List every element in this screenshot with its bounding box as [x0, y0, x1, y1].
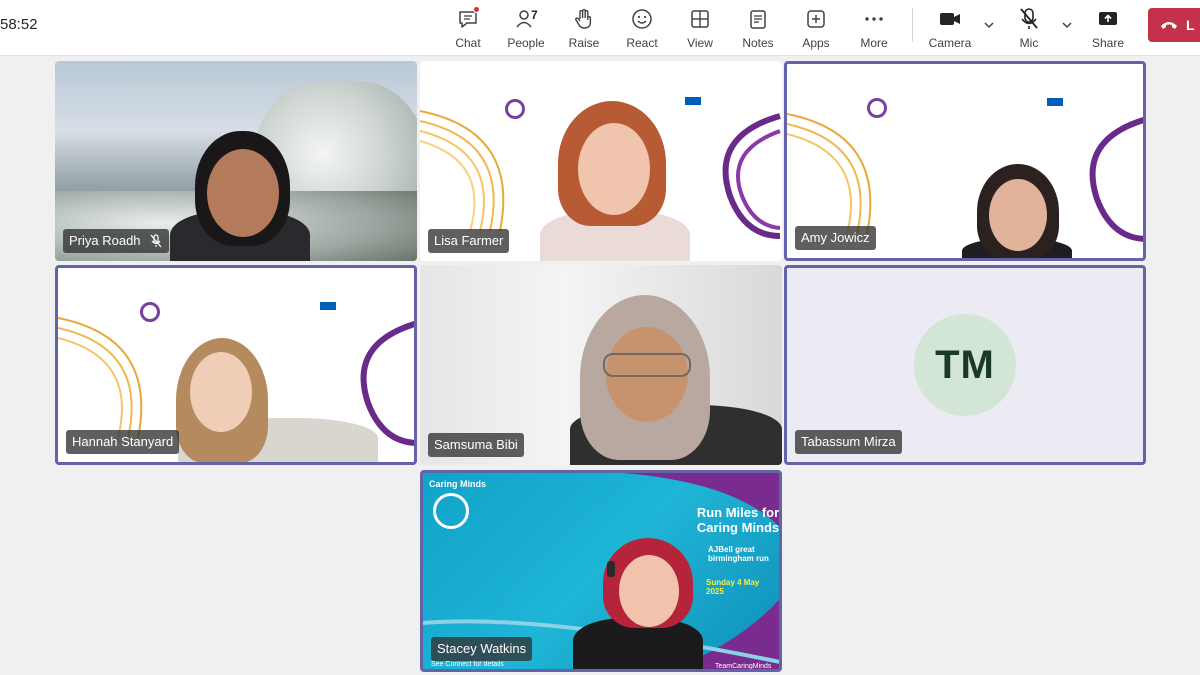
fundraiser-date: Sunday 4 May 2025	[706, 578, 760, 596]
people-button[interactable]: 7 People	[498, 4, 554, 52]
caring-minds-logo: Caring Minds	[429, 479, 487, 489]
react-button[interactable]: React	[614, 4, 670, 52]
meeting-timer: 58:52	[0, 16, 38, 33]
slide-purple-swirl	[1089, 117, 1143, 242]
qi-logo	[505, 99, 525, 119]
camera-options-chevron-icon[interactable]	[982, 18, 996, 32]
headset	[607, 561, 615, 577]
participant-name: Stacey Watkins	[437, 641, 527, 656]
mic-label: Mic	[1019, 36, 1039, 50]
video-tile-lisa[interactable]: Lisa Farmer	[420, 61, 782, 261]
mic-options-chevron-icon[interactable]	[1060, 18, 1074, 32]
people-label: People	[507, 36, 545, 50]
video-tile-amy[interactable]: Amy Jowicz	[784, 61, 1146, 261]
share-label: Share	[1091, 36, 1125, 50]
view-button[interactable]: View	[672, 4, 728, 52]
raise-hand-button[interactable]: Raise	[556, 4, 612, 52]
meeting-toolbar: 58:52 Chat 7 People Raise React View Not…	[0, 0, 1200, 56]
nhs-logo	[685, 97, 701, 105]
view-label: View	[687, 36, 713, 50]
nhs-logo	[320, 302, 336, 310]
more-button[interactable]: More	[846, 4, 902, 52]
camera-button[interactable]: Camera	[922, 4, 978, 52]
name-pill-hannah: Hannah Stanyard	[66, 430, 180, 454]
share-button[interactable]: Share	[1080, 4, 1136, 52]
fundraiser-footer-right: TeamCaringMinds	[715, 663, 772, 670]
camera-label: Camera	[928, 36, 972, 50]
notes-icon	[746, 6, 770, 32]
name-pill-samsuma: Samsuma Bibi	[428, 433, 524, 457]
people-icon: 7	[514, 6, 538, 32]
video-tile-tabassum[interactable]: TM Tabassum Mirza	[784, 265, 1146, 465]
participant-name: Hannah Stanyard	[72, 434, 174, 449]
participant-name: Tabassum Mirza	[801, 434, 896, 449]
qi-logo	[867, 98, 887, 118]
fundraiser-brand: AJBell great birmingham run	[708, 545, 769, 563]
add-app-icon	[804, 6, 828, 32]
video-tile-stacey[interactable]: Caring Minds Run Miles for Caring Minds …	[420, 470, 782, 672]
fundraiser-footer-left: See Connect for details	[431, 661, 504, 668]
name-pill-stacey: Stacey Watkins	[431, 637, 533, 661]
notes-button[interactable]: Notes	[730, 4, 786, 52]
fundraiser-title: Run Miles for Caring Minds	[696, 505, 780, 535]
mic-off-icon	[1017, 6, 1041, 32]
notification-dot	[473, 6, 480, 13]
name-pill-tabassum: Tabassum Mirza	[795, 430, 902, 454]
chat-icon	[456, 6, 480, 32]
nhs-logo	[1047, 98, 1063, 106]
participant-name: Lisa Farmer	[434, 233, 504, 248]
more-icon	[862, 6, 886, 32]
camera-icon	[938, 6, 962, 32]
caring-minds-emblem	[433, 493, 469, 529]
participant-name: Priya Roadh	[69, 233, 141, 248]
glasses	[603, 353, 691, 377]
qi-logo	[140, 302, 160, 322]
grid-view-icon	[688, 6, 712, 32]
video-tile-hannah[interactable]: Hannah Stanyard	[55, 265, 417, 465]
name-pill-lisa: Lisa Farmer	[428, 229, 510, 253]
react-label: React	[626, 36, 658, 50]
leave-button[interactable]: L	[1148, 8, 1200, 42]
chat-label: Chat	[455, 36, 481, 50]
slide-purple-swirl	[722, 113, 781, 239]
share-screen-icon	[1096, 6, 1120, 32]
people-count: 7	[531, 8, 538, 22]
participant-name: Amy Jowicz	[801, 230, 870, 245]
mic-button[interactable]: Mic	[1001, 4, 1057, 52]
more-label: More	[860, 36, 888, 50]
chat-button[interactable]: Chat	[440, 4, 496, 52]
muted-mic-icon	[150, 233, 162, 247]
avatar: TM	[914, 314, 1016, 416]
raise-label: Raise	[568, 36, 600, 50]
leave-label: L	[1186, 17, 1195, 33]
participant-name: Samsuma Bibi	[434, 437, 518, 452]
apps-label: Apps	[802, 36, 830, 50]
notes-label: Notes	[742, 36, 774, 50]
video-tile-priya[interactable]: Priya Roadh	[55, 61, 417, 261]
hand-icon	[572, 6, 596, 32]
name-pill-amy: Amy Jowicz	[795, 226, 876, 250]
hang-up-icon	[1161, 22, 1177, 29]
toolbar-divider	[912, 8, 913, 42]
smiley-icon	[630, 6, 654, 32]
apps-button[interactable]: Apps	[788, 4, 844, 52]
video-tile-samsuma[interactable]: Samsuma Bibi	[420, 265, 782, 465]
name-pill-priya: Priya Roadh	[63, 229, 169, 253]
